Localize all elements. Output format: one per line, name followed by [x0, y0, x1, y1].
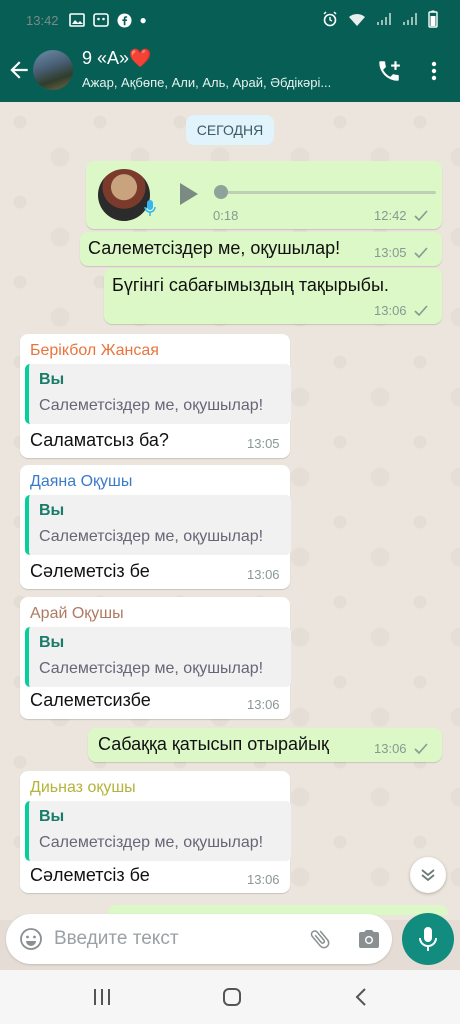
voice-time: 12:42 [374, 208, 407, 223]
quoted-message[interactable]: Вы Салеметсіздер ме, оқушылар! [25, 495, 291, 555]
sender-name: Берікбол Жансая [30, 342, 159, 359]
message-text: Сәлеметсіз бе [30, 561, 150, 581]
sender-avatar [98, 169, 150, 221]
facebook-icon [117, 12, 132, 28]
message-time: 13:06 [247, 567, 280, 582]
date-chip: СЕГОДНЯ [186, 115, 274, 145]
sender-name: Даяна Оқушы [30, 473, 133, 490]
message-text: Бүгінгі сабағымыздың тақырыбы. [112, 275, 389, 295]
play-icon[interactable] [178, 181, 200, 207]
system-nav-bar [0, 970, 460, 1024]
voice-progress-knob[interactable] [214, 185, 228, 199]
group-participants[interactable]: Ажар, Ақбөпе, Али, Аль, Арай, Әбдікәрі..… [82, 75, 331, 90]
incoming-message[interactable]: Арай Оқушы Вы Салеметсіздер ме, оқушылар… [20, 597, 291, 719]
quote-author: Вы [39, 634, 65, 651]
mic-icon [419, 927, 437, 951]
message-text: Сәлеметсіз бе [30, 865, 150, 885]
recent-apps-icon[interactable] [92, 988, 112, 1006]
camera-icon[interactable] [357, 927, 381, 951]
message-time: 13:05 [374, 245, 407, 260]
quote-text: Салеметсіздер ме, оқушылар! [39, 528, 264, 545]
voice-progress-track[interactable] [219, 191, 436, 194]
quoted-message[interactable]: Вы Салеметсіздер ме, оқушылар! [25, 627, 291, 687]
read-tick-icon [414, 247, 428, 258]
quote-author: Вы [39, 371, 65, 388]
scroll-down-button[interactable] [410, 857, 446, 893]
voice-message[interactable]: 0:18 12:42 [86, 161, 442, 229]
message-time: 13:05 [247, 436, 280, 451]
notification-icon [92, 13, 109, 27]
emoji-icon[interactable] [19, 927, 43, 951]
read-tick-icon [414, 210, 428, 221]
quote-text: Салеметсіздер ме, оқушылар! [39, 660, 264, 677]
quote-author: Вы [39, 502, 65, 519]
incoming-message[interactable]: Диьназ оқушы Вы Салеметсіздер ме, оқушыл… [20, 771, 291, 893]
message-time: 13:06 [374, 303, 407, 318]
message-text: Саламатсыз ба? [30, 430, 169, 450]
message-text: Сабаққа қатысып отырайық [98, 734, 329, 754]
status-bar: 13:42 ● [0, 0, 460, 40]
sender-name: Диьназ оқушы [30, 779, 136, 796]
voice-record-button[interactable] [402, 913, 454, 965]
group-title[interactable]: 9 «А»❤️ [82, 48, 151, 69]
quoted-message[interactable]: Вы Салеметсіздер ме, оқушылар! [25, 364, 291, 424]
group-avatar[interactable] [33, 50, 73, 90]
back-arrow-icon[interactable] [6, 57, 32, 83]
voice-duration: 0:18 [213, 208, 239, 223]
read-tick-icon [414, 305, 428, 316]
outgoing-message[interactable]: Сабаққа қатысып отырайық 13:06 [88, 728, 442, 762]
chat-header: 9 «А»❤️ Ажар, Ақбөпе, Али, Аль, Арай, Әб… [0, 40, 460, 102]
back-nav-icon[interactable] [354, 987, 368, 1007]
message-time: 13:06 [247, 872, 280, 887]
voice-mic-icon [144, 200, 156, 216]
gallery-icon [68, 13, 85, 27]
message-text: Салеметсіздер ме, оқушылар! [88, 238, 341, 258]
wifi-icon [349, 13, 365, 26]
status-time: 13:42 [26, 12, 59, 28]
message-time: 13:06 [247, 697, 280, 712]
quote-text: Салеметсіздер ме, оқушылар! [39, 834, 264, 851]
alarm-icon [323, 11, 337, 27]
incoming-message[interactable]: Берікбол Жансая Вы Салеметсіздер ме, оқу… [20, 334, 291, 458]
signal-icon-2 [403, 13, 417, 25]
message-time: 13:06 [374, 741, 407, 756]
dot-icon: ● [139, 13, 147, 27]
more-options-icon[interactable] [428, 60, 440, 82]
message-input[interactable]: Введите текст [54, 928, 179, 950]
double-chevron-down-icon [421, 869, 435, 882]
outgoing-message[interactable]: Бүгінгі сабағымыздың тақырыбы. 13:06 [104, 268, 442, 324]
message-input-bar[interactable]: Введите текст [6, 914, 392, 964]
chat-area[interactable]: СЕГОДНЯ 0:18 12:42 Салеметсіздер ме, оқу… [0, 102, 460, 920]
message-text: Салеметсизбе [30, 690, 151, 710]
sender-name: Арай Оқушы [30, 605, 124, 622]
quote-text: Салеметсіздер ме, оқушылар! [39, 397, 264, 414]
read-tick-icon [414, 743, 428, 754]
quote-author: Вы [39, 808, 65, 825]
attach-icon[interactable] [308, 927, 332, 951]
add-call-icon[interactable] [376, 58, 402, 84]
battery-icon [428, 10, 438, 28]
incoming-message[interactable]: Даяна Оқушы Вы Салеметсіздер ме, оқушыла… [20, 465, 291, 589]
outgoing-message[interactable]: Салеметсіздер ме, оқушылар! 13:05 [80, 232, 442, 266]
home-icon[interactable] [222, 987, 242, 1007]
quoted-message[interactable]: Вы Салеметсіздер ме, оқушылар! [25, 801, 291, 861]
signal-icon [377, 13, 391, 25]
